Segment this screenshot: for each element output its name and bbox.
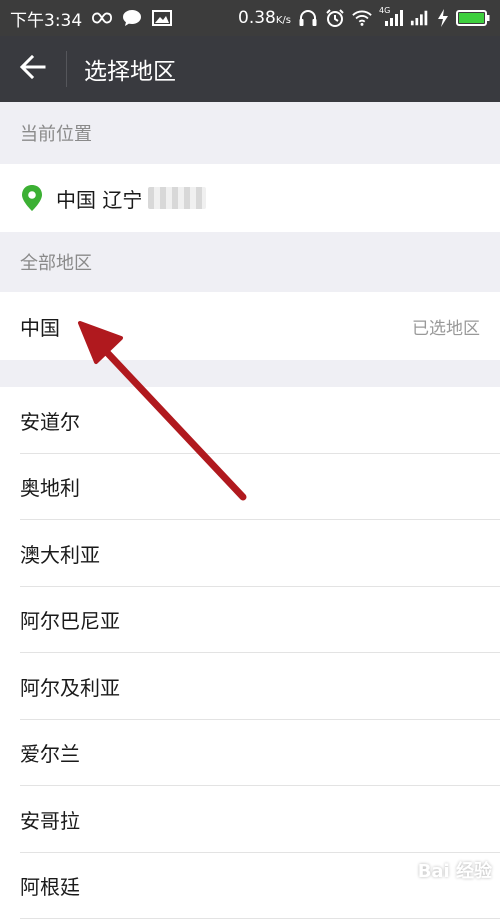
- current-location-text: 中国 辽宁: [56, 184, 142, 213]
- current-location-header: 当前位置: [0, 102, 500, 164]
- nav-bar: 选择地区: [0, 36, 500, 102]
- list-item[interactable]: 安道尔: [0, 387, 500, 454]
- network-type-label: 4G: [379, 6, 390, 15]
- selected-region-label: 中国: [20, 312, 60, 341]
- watermark: Bai 经验: [418, 857, 492, 883]
- status-time: 下午3:34: [10, 6, 82, 31]
- region-list: 安道尔 奥地利 澳大利亚 阿尔巴尼亚 阿尔及利亚 爱尔兰 安哥拉 阿根廷: [0, 387, 500, 919]
- list-item[interactable]: 阿尔巴尼亚: [0, 587, 500, 654]
- signal-icon: 4G: [379, 9, 403, 27]
- nav-divider: [66, 51, 67, 87]
- current-location-row[interactable]: 中国 辽宁: [0, 164, 500, 232]
- status-bar: 下午3:34 0.38K/s 4G: [0, 0, 500, 36]
- list-item[interactable]: 安哥拉: [0, 786, 500, 853]
- list-item[interactable]: 爱尔兰: [0, 720, 500, 787]
- image-icon: [152, 9, 172, 27]
- back-arrow-icon: [20, 55, 46, 83]
- headphones-icon: [298, 9, 318, 27]
- location-pin-icon: [20, 184, 44, 212]
- battery-icon: [456, 9, 490, 27]
- all-regions-header: 全部地区: [0, 232, 500, 292]
- list-item[interactable]: 澳大利亚: [0, 520, 500, 587]
- chat-icon: [122, 9, 142, 27]
- signal-icon: [410, 9, 430, 27]
- list-item[interactable]: 阿尔及利亚: [0, 653, 500, 720]
- alarm-icon: [325, 9, 345, 27]
- selected-region-row[interactable]: 中国 已选地区: [0, 292, 500, 360]
- infinity-icon: [92, 9, 112, 27]
- list-item[interactable]: 奥地利: [0, 454, 500, 521]
- back-button[interactable]: [0, 36, 66, 102]
- charging-icon: [437, 9, 449, 27]
- blurred-city: [148, 187, 206, 209]
- selected-region-tag: 已选地区: [412, 314, 480, 339]
- wifi-icon: [352, 9, 372, 27]
- page-title: 选择地区: [84, 52, 176, 86]
- network-speed: 0.38K/s: [238, 8, 291, 28]
